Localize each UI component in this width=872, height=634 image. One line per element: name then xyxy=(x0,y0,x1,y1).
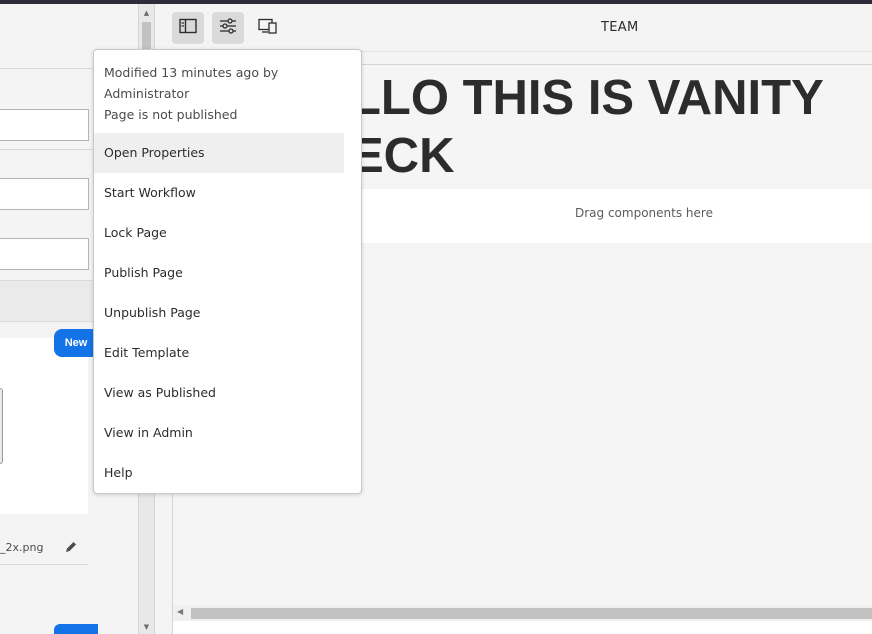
scroll-up-arrow-icon[interactable]: ▲ xyxy=(139,8,154,18)
page-properties-sliders-icon xyxy=(219,18,237,38)
horizontal-scrollbar[interactable]: ◀ xyxy=(173,605,872,621)
modified-by: Administrator xyxy=(104,86,190,101)
toggle-side-panel-button[interactable] xyxy=(172,12,204,44)
scrollbar-thumb[interactable] xyxy=(191,608,872,619)
page-title: TEAM xyxy=(601,20,639,35)
menu-item-lock-page[interactable]: Lock Page xyxy=(94,213,344,253)
property-input-2[interactable] xyxy=(0,178,89,210)
menu-item-publish-page[interactable]: Publish Page xyxy=(94,253,344,293)
side-panel-toggle-icon xyxy=(179,18,197,38)
divider xyxy=(0,564,88,565)
pencil-icon[interactable] xyxy=(64,539,78,553)
page-actions-menu: Open Properties Start Workflow Lock Page… xyxy=(94,133,344,493)
new-button[interactable]: New xyxy=(54,329,98,357)
new-button-secondary[interactable] xyxy=(54,624,98,634)
emulator-button[interactable] xyxy=(252,12,284,44)
page-status-info: Modified 13 minutes ago by Administrator… xyxy=(104,62,344,125)
asset-card xyxy=(0,338,88,514)
page-information-button[interactable] xyxy=(212,12,244,44)
menu-item-view-in-admin[interactable]: View in Admin xyxy=(94,413,344,453)
emulator-devices-icon xyxy=(258,18,278,38)
publish-status: Page is not published xyxy=(104,107,238,122)
divider xyxy=(0,149,104,150)
asset-thumbnail[interactable] xyxy=(0,388,3,464)
property-input-1[interactable] xyxy=(0,109,89,141)
file-name: _2x.png xyxy=(0,541,44,554)
drop-zone-hint: Drag components here xyxy=(575,206,713,220)
editor-toolbar: TEAM xyxy=(155,4,872,52)
menu-item-view-as-published[interactable]: View as Published xyxy=(94,373,344,413)
menu-item-edit-template[interactable]: Edit Template xyxy=(94,333,344,373)
scroll-left-arrow-icon[interactable]: ◀ xyxy=(177,607,183,616)
menu-item-open-properties[interactable]: Open Properties xyxy=(94,133,344,173)
section-band xyxy=(0,280,104,322)
menu-item-help[interactable]: Help xyxy=(94,453,344,493)
menu-item-start-workflow[interactable]: Start Workflow xyxy=(94,173,344,213)
menu-item-unpublish-page[interactable]: Unpublish Page xyxy=(94,293,344,333)
modified-info: Modified 13 minutes ago by xyxy=(104,65,279,80)
divider xyxy=(0,68,104,69)
property-input-3[interactable] xyxy=(0,238,89,270)
scroll-down-arrow-icon[interactable]: ▼ xyxy=(139,622,154,632)
page-information-popover: Modified 13 minutes ago by Administrator… xyxy=(93,49,362,494)
